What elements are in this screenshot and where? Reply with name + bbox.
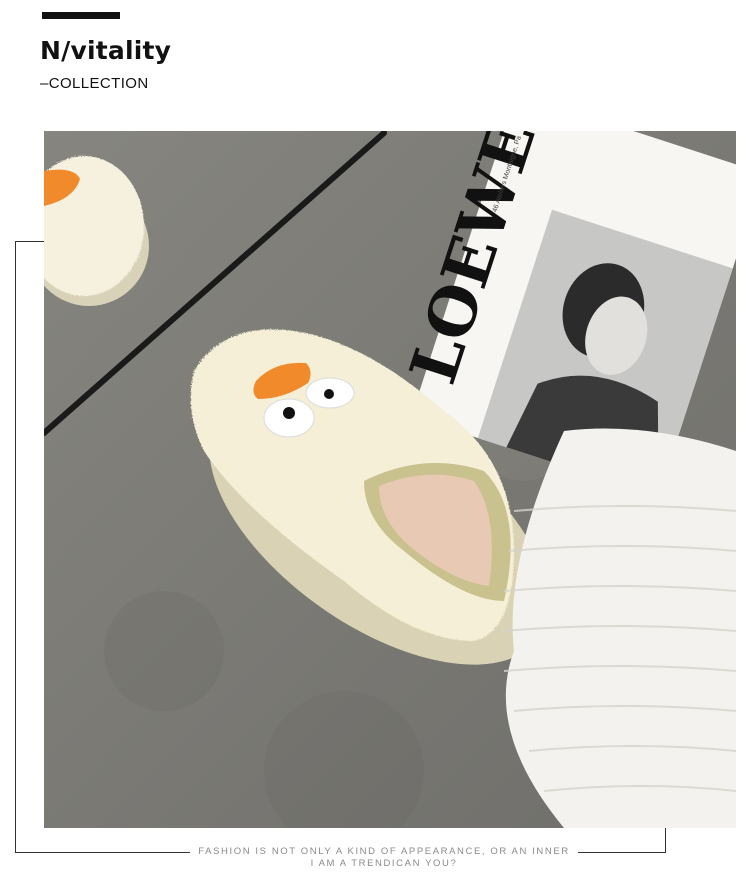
caption-line-1: FASHION IS NOT ONLY A KIND OF APPEARANCE… bbox=[198, 846, 570, 857]
product-photo: LOEWE 46 Ateliers Montaigne, Pa bbox=[44, 131, 736, 828]
header-accent-bar bbox=[42, 12, 120, 19]
frame-top-stub-line bbox=[15, 241, 45, 242]
frame-right-line bbox=[665, 828, 666, 853]
frame-bottom-left-line bbox=[15, 852, 190, 853]
brand-title: N/vitality bbox=[40, 36, 172, 65]
frame-bottom-right-line bbox=[578, 852, 666, 853]
caption: FASHION IS NOT ONLY A KIND OF APPEARANCE… bbox=[190, 846, 578, 870]
frame-left-line bbox=[15, 241, 16, 853]
caption-line-2: I AM A TRENDICAN YOU? bbox=[310, 858, 458, 869]
brand-subtitle: –COLLECTION bbox=[40, 75, 149, 92]
